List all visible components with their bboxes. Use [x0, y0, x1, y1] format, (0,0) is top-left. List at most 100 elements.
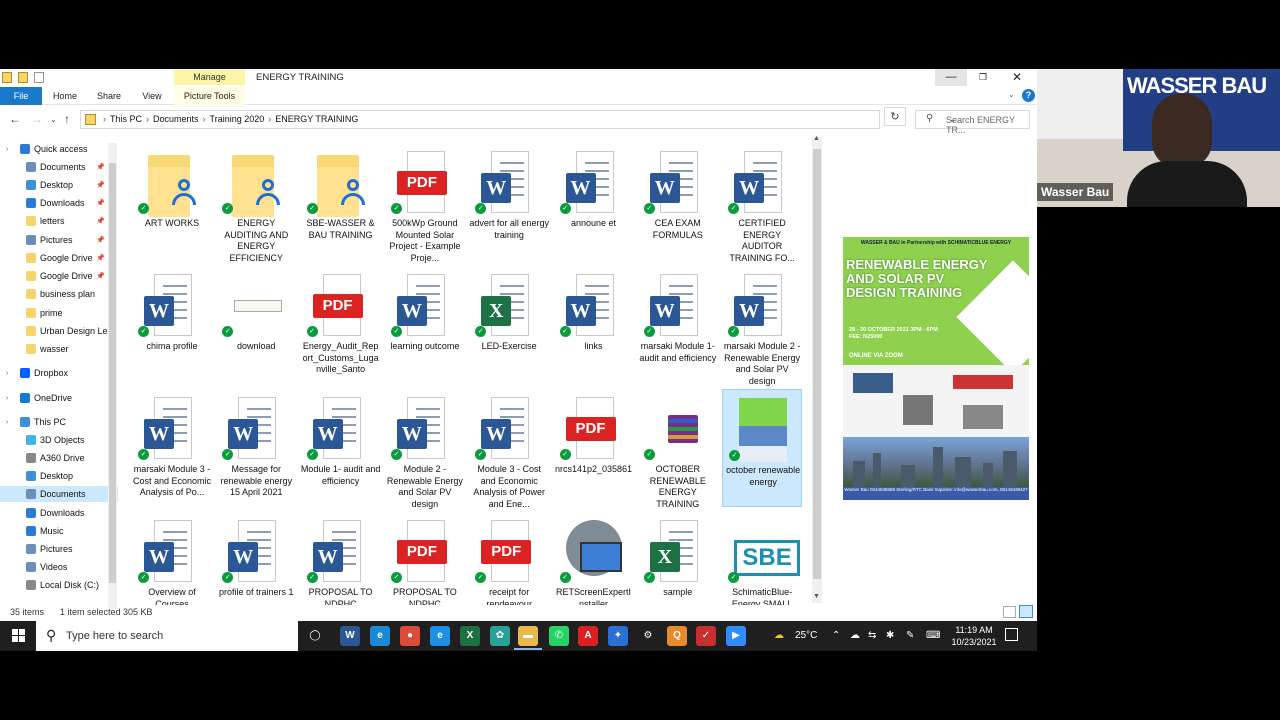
file-item[interactable]: W ✓ Module 3 - Cost and Economic Analysis … [469, 389, 549, 509]
sidebar-item[interactable]: Downloads 📌 [0, 195, 118, 211]
restore-button[interactable]: ❐ [967, 69, 999, 86]
expand-arrow-icon[interactable]: › [6, 370, 8, 377]
app-orange-taskbar-icon[interactable]: Q [667, 626, 687, 646]
sidebar-item[interactable]: Videos [0, 559, 118, 575]
new-folder-icon[interactable] [18, 72, 28, 83]
file-item[interactable]: W ✓ Module 2 -Renewable Energy and Solar P… [385, 389, 465, 509]
properties-icon[interactable] [2, 72, 12, 83]
expand-arrow-icon[interactable]: › [6, 395, 8, 402]
file-item[interactable]: W ✓ CERTIFIED ENERGY AUDITOR TRAINING FO..… [722, 143, 802, 263]
details-view-icon[interactable] [1003, 606, 1016, 618]
large-icons-view-icon[interactable] [1019, 605, 1033, 618]
crumb-training-2020[interactable]: Training 2020 [210, 114, 265, 124]
weather-icon[interactable]: ☁ [774, 630, 784, 641]
acrobat-taskbar-icon[interactable]: A [578, 626, 598, 646]
tab-file[interactable]: File [0, 87, 42, 105]
sidebar-item[interactable]: › OneDrive [0, 390, 118, 406]
file-item[interactable]: W ✓ marsaki Module 3 - Cost and Economic A… [132, 389, 212, 507]
tab-view[interactable]: View [136, 87, 168, 105]
chevron-up-icon[interactable]: ⌃ [832, 630, 840, 641]
file-item[interactable]: W ✓ PROPOSAL TO NDPHC [301, 512, 381, 605]
file-explorer-taskbar-icon[interactable]: ▬ [518, 626, 538, 646]
file-item[interactable]: W ✓ Module 1- audit and efficiency [301, 389, 381, 507]
file-item[interactable]: W ✓ marsaki Module 2 -Renewable Energy and… [722, 266, 802, 386]
chrome-taskbar-icon[interactable]: ● [400, 626, 420, 646]
temperature[interactable]: 25°C [795, 630, 817, 641]
file-item[interactable]: W ✓ profile of trainers 1 [216, 512, 296, 605]
file-item[interactable]: X ✓ LED-Exercise [469, 266, 549, 384]
start-button[interactable] [0, 621, 36, 651]
sidebar-item[interactable]: › Quick access [0, 141, 118, 157]
recent-locations-icon[interactable]: ⌄ [50, 115, 57, 124]
file-item[interactable]: W ✓ learning outcome [385, 266, 465, 384]
tab-picture-tools[interactable]: Picture Tools [174, 87, 245, 105]
sidebar-item[interactable]: business plan [0, 286, 118, 302]
whatsapp-taskbar-icon[interactable]: ✆ [549, 626, 569, 646]
file-item[interactable]: ✓ october renewable energy [722, 389, 803, 507]
help-icon[interactable]: ? [1022, 89, 1035, 102]
file-item[interactable]: W ✓ chima profile [132, 266, 212, 384]
sidebar-item[interactable]: Downloads [0, 505, 118, 521]
up-arrow-icon[interactable]: ↑ [64, 112, 70, 126]
ie-taskbar-icon[interactable]: e [430, 626, 450, 646]
file-item[interactable]: W ✓ announe et [554, 143, 634, 261]
crumb-this-pc[interactable]: This PC [110, 114, 142, 124]
zoom-taskbar-icon[interactable]: ▶ [726, 626, 746, 646]
edge-taskbar-icon[interactable]: e [370, 626, 390, 646]
sidebar-item[interactable]: Google Drive 📌 [0, 250, 118, 266]
sidebar-item[interactable]: Music [0, 523, 118, 539]
sidebar-item[interactable]: Documents 📌 [0, 159, 118, 175]
sidebar-item[interactable]: wasser [0, 341, 118, 357]
expand-arrow-icon[interactable]: › [6, 419, 8, 426]
file-item[interactable]: ✓ download [216, 266, 296, 384]
folder-icon[interactable] [34, 72, 44, 83]
excel-taskbar-icon[interactable]: X [460, 626, 480, 646]
sidebar-item[interactable]: Google Drive 📌 [0, 268, 118, 284]
search-input[interactable]: ⚲ Search ENERGY TR... [915, 110, 1030, 135]
app-red-taskbar-icon[interactable]: ✓ [696, 626, 716, 646]
back-arrow-icon[interactable]: ← [9, 112, 21, 126]
scroll-down-icon[interactable]: ▼ [813, 593, 820, 600]
manage-context-tab[interactable]: Manage [174, 69, 245, 85]
keyboard-icon[interactable]: ⌨ [926, 630, 940, 641]
cloud-icon[interactable]: ☁ [850, 630, 860, 641]
sidebar-item[interactable]: letters 📌 [0, 213, 118, 229]
tab-share[interactable]: Share [92, 87, 126, 105]
file-item[interactable]: W ✓ Overview of Courses [132, 512, 212, 605]
sidebar-scrollbar[interactable] [108, 143, 117, 609]
sidebar-item[interactable]: Desktop [0, 468, 118, 484]
task-view-taskbar-icon[interactable]: ◯ [305, 626, 325, 646]
file-item[interactable]: ✓ RETScreenExpertInstaller [554, 512, 634, 605]
network-icon[interactable]: ⇆ [868, 630, 876, 641]
pen-icon[interactable]: ✎ [906, 630, 914, 641]
file-item[interactable]: ✓ OCTOBER RENEWABLE ENERGY TRAINING [638, 389, 718, 509]
sidebar-item[interactable]: Urban Design Le [0, 323, 118, 339]
minimize-button[interactable]: — [935, 69, 967, 86]
taskbar-search-box[interactable]: ⚲ Type here to search [36, 621, 298, 651]
sidebar-scroll-thumb[interactable] [109, 163, 116, 583]
file-item[interactable]: ✓ ART WORKS [132, 143, 212, 261]
file-list-scrollbar[interactable]: ▲ ▼ [812, 135, 822, 603]
file-item[interactable]: W ✓ CEA EXAM FORMULAS [638, 143, 718, 261]
sidebar-item[interactable]: A360 Drive [0, 450, 118, 466]
sidebar-item[interactable]: Pictures [0, 541, 118, 557]
bluetooth-icon[interactable]: ✱ [886, 630, 894, 641]
address-bar[interactable]: › This PC › Documents › Training 2020 › … [80, 110, 957, 129]
sidebar-item[interactable]: Desktop 📌 [0, 177, 118, 193]
file-item[interactable]: SBE ✓ SchimaticBlue-Energy SMALL [722, 512, 802, 605]
file-list-scroll-thumb[interactable] [813, 149, 821, 579]
sidebar-item[interactable]: › This PC [0, 414, 118, 430]
tab-home[interactable]: Home [48, 87, 82, 105]
sidebar-item[interactable]: prime [0, 305, 118, 321]
word-taskbar-icon[interactable]: W [340, 626, 360, 646]
file-item[interactable]: W ✓ links [554, 266, 634, 384]
refresh-button[interactable]: ↻ [884, 107, 906, 126]
expand-arrow-icon[interactable]: › [6, 146, 8, 153]
sidebar-item[interactable]: › Dropbox [0, 365, 118, 381]
crumb-documents[interactable]: Documents [153, 114, 199, 124]
sidebar-item[interactable]: Documents [0, 486, 118, 502]
file-item[interactable]: PDF ✓ 500kWp Ground Mounted Solar Project … [385, 143, 465, 263]
sidebar-item[interactable]: Local Disk (C:) [0, 577, 118, 593]
crumb-energy-training[interactable]: ENERGY TRAINING [275, 114, 358, 124]
close-button[interactable]: ✕ [1001, 69, 1033, 86]
